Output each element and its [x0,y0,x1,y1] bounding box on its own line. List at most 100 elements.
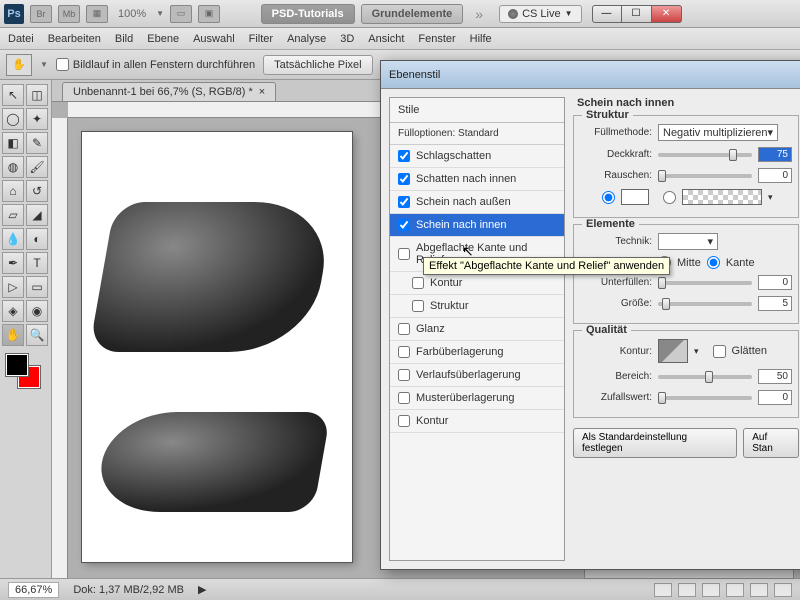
brush-tool[interactable]: 🖌 [26,156,48,178]
style-item-farb-berlagerung[interactable]: Farbüberlagerung [390,341,564,364]
color-radio[interactable] [602,191,615,204]
status-arrow-icon[interactable]: ▶ [198,583,206,596]
zufall-field[interactable]: 0 [758,390,792,405]
bereich-slider[interactable] [658,375,752,379]
lasso-tool[interactable]: ◯ [2,108,24,130]
crop-tool[interactable]: ◧ [2,132,24,154]
deckkraft-field[interactable]: 75 [758,147,792,162]
canvas[interactable] [82,132,352,562]
style-item-schein-nach-au-en[interactable]: Schein nach außen [390,191,564,214]
style-checkbox[interactable] [398,248,410,260]
zoom-level[interactable]: 100% [114,8,150,20]
style-checkbox[interactable] [398,369,410,381]
close-tab-icon[interactable]: × [259,86,265,98]
zufall-slider[interactable] [658,396,752,400]
eraser-tool[interactable]: ▱ [2,204,24,226]
3d-cam-tool[interactable]: ◉ [26,300,48,322]
style-checkbox[interactable] [398,219,410,231]
glaetten-checkbox[interactable] [713,345,726,358]
stamp-tool[interactable]: ⌂ [2,180,24,202]
groesse-slider[interactable] [658,302,752,306]
style-item-verlaufs-berlagerung[interactable]: Verlaufsüberlagerung [390,364,564,387]
menu-analyse[interactable]: Analyse [287,33,326,45]
status-dok[interactable]: Dok: 1,37 MB/2,92 MB [73,584,184,596]
menu-filter[interactable]: Filter [249,33,273,45]
bereich-field[interactable]: 50 [758,369,792,384]
cs-live-button[interactable]: CS Live ▼ [499,5,581,23]
zoom-tool[interactable]: 🔍 [26,324,48,346]
style-checkbox[interactable] [398,323,410,335]
gradient-radio[interactable] [663,191,676,204]
view-extras-btn[interactable]: ▦ [86,5,108,23]
style-checkbox[interactable] [398,150,410,162]
foreground-color-swatch[interactable] [6,354,28,376]
arrange-btn[interactable]: ▭ [170,5,192,23]
chevron-down-icon[interactable]: ▾ [768,192,773,203]
style-item-schatten-nach-innen[interactable]: Schatten nach innen [390,168,564,191]
app-icon[interactable]: Ps [4,4,24,24]
menu-bild[interactable]: Bild [115,33,133,45]
actual-pixels-button[interactable]: Tatsächliche Pixel [263,55,372,75]
style-item-struktur[interactable]: Struktur [390,295,564,318]
menu-fenster[interactable]: Fenster [418,33,455,45]
set-default-button[interactable]: Als Standardeinstellung festlegen [573,428,737,458]
blur-tool[interactable]: 💧 [2,228,24,250]
history-brush-tool[interactable]: ↺ [26,180,48,202]
style-checkbox[interactable] [398,346,410,358]
type-tool[interactable]: T [26,252,48,274]
kontur-swatch[interactable] [658,339,688,363]
chevron-down-icon[interactable]: ▾ [694,346,699,357]
close-button[interactable]: ✕ [652,5,682,23]
style-checkbox[interactable] [412,277,424,289]
status-icon[interactable] [654,583,672,597]
groesse-field[interactable]: 5 [758,296,792,311]
pen-tool[interactable]: ✒ [2,252,24,274]
style-checkbox[interactable] [412,300,424,312]
status-icon[interactable] [702,583,720,597]
wand-tool[interactable]: ✦ [26,108,48,130]
style-checkbox[interactable] [398,392,410,404]
menu-auswahl[interactable]: Auswahl [193,33,235,45]
style-item-kontur[interactable]: Kontur [390,410,564,433]
shape-tool[interactable]: ▭ [26,276,48,298]
style-checkbox[interactable] [398,173,410,185]
unterfuellen-slider[interactable] [658,281,752,285]
ruler-vertical[interactable] [52,118,68,578]
menu-hilfe[interactable]: Hilfe [470,33,492,45]
menu-ansicht[interactable]: Ansicht [368,33,404,45]
zoom-dd-icon[interactable]: ▼ [156,9,164,18]
style-item-schlagschatten[interactable]: Schlagschatten [390,145,564,168]
hand-tool[interactable]: ✋ [2,324,24,346]
dodge-tool[interactable]: ◐ [26,228,48,250]
screenmode-btn[interactable]: ▣ [198,5,220,23]
style-checkbox[interactable] [398,196,410,208]
status-zoom[interactable]: 66,67% [8,582,59,598]
menu-ebene[interactable]: Ebene [147,33,179,45]
maximize-button[interactable]: ☐ [622,5,652,23]
reset-default-button[interactable]: Auf Stan [743,428,799,458]
workspace-grundelemente[interactable]: Grundelemente [361,4,464,24]
chevron-down-icon[interactable]: ▼ [40,60,48,69]
status-icon[interactable] [750,583,768,597]
scroll-all-checkbox[interactable] [56,58,69,71]
rauschen-slider[interactable] [658,174,752,178]
minibridge-btn[interactable]: Mb [58,5,80,23]
status-icon[interactable] [726,583,744,597]
workspace-more-icon[interactable]: » [469,6,489,22]
menu-bearbeiten[interactable]: Bearbeiten [48,33,101,45]
hand-tool-preset[interactable]: ✋ [6,54,32,76]
color-swatches[interactable] [2,354,49,394]
rauschen-field[interactable]: 0 [758,168,792,183]
workspace-psdtutorials[interactable]: PSD-Tutorials [261,4,355,24]
heal-tool[interactable]: ◍ [2,156,24,178]
status-icon[interactable] [678,583,696,597]
bridge-btn[interactable]: Br [30,5,52,23]
styles-header[interactable]: Stile [390,98,564,123]
style-item-kontur[interactable]: Kontur [390,272,564,295]
style-item-glanz[interactable]: Glanz [390,318,564,341]
move-tool[interactable]: ↖ [2,84,24,106]
menu-3d[interactable]: 3D [340,33,354,45]
glow-color-swatch[interactable] [621,189,649,205]
fuellmethode-dropdown[interactable]: Negativ multiplizieren▾ [658,124,778,141]
dialog-titlebar[interactable]: Ebenenstil [381,61,800,89]
